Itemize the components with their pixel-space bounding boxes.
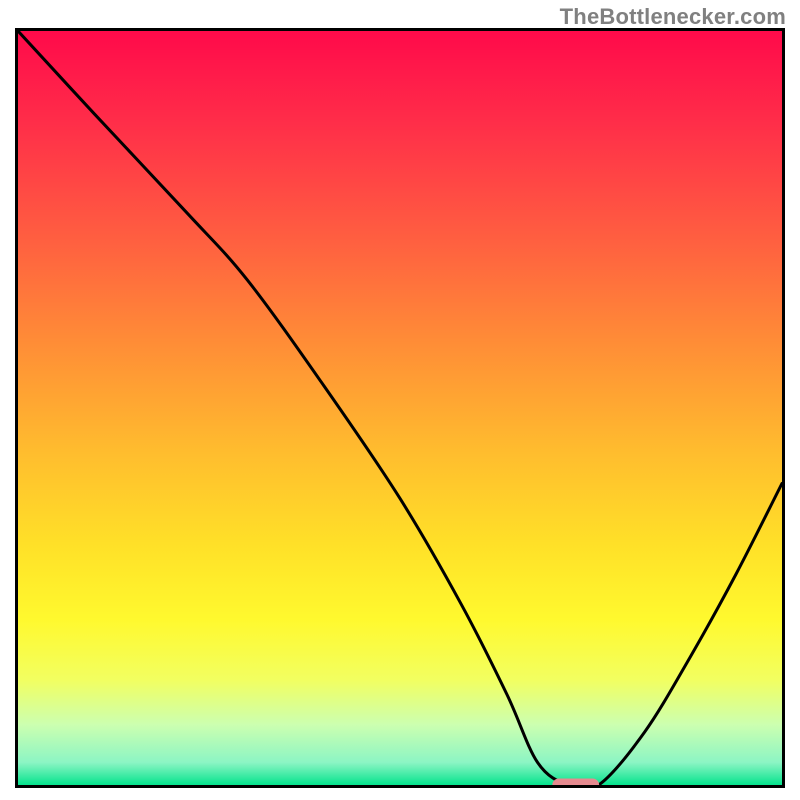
watermark-text: TheBottlenecker.com — [560, 4, 786, 30]
gradient-background — [18, 31, 782, 785]
chart-container: TheBottlenecker.com — [0, 0, 800, 800]
plot-frame — [15, 28, 785, 788]
bottleneck-chart — [15, 28, 785, 788]
